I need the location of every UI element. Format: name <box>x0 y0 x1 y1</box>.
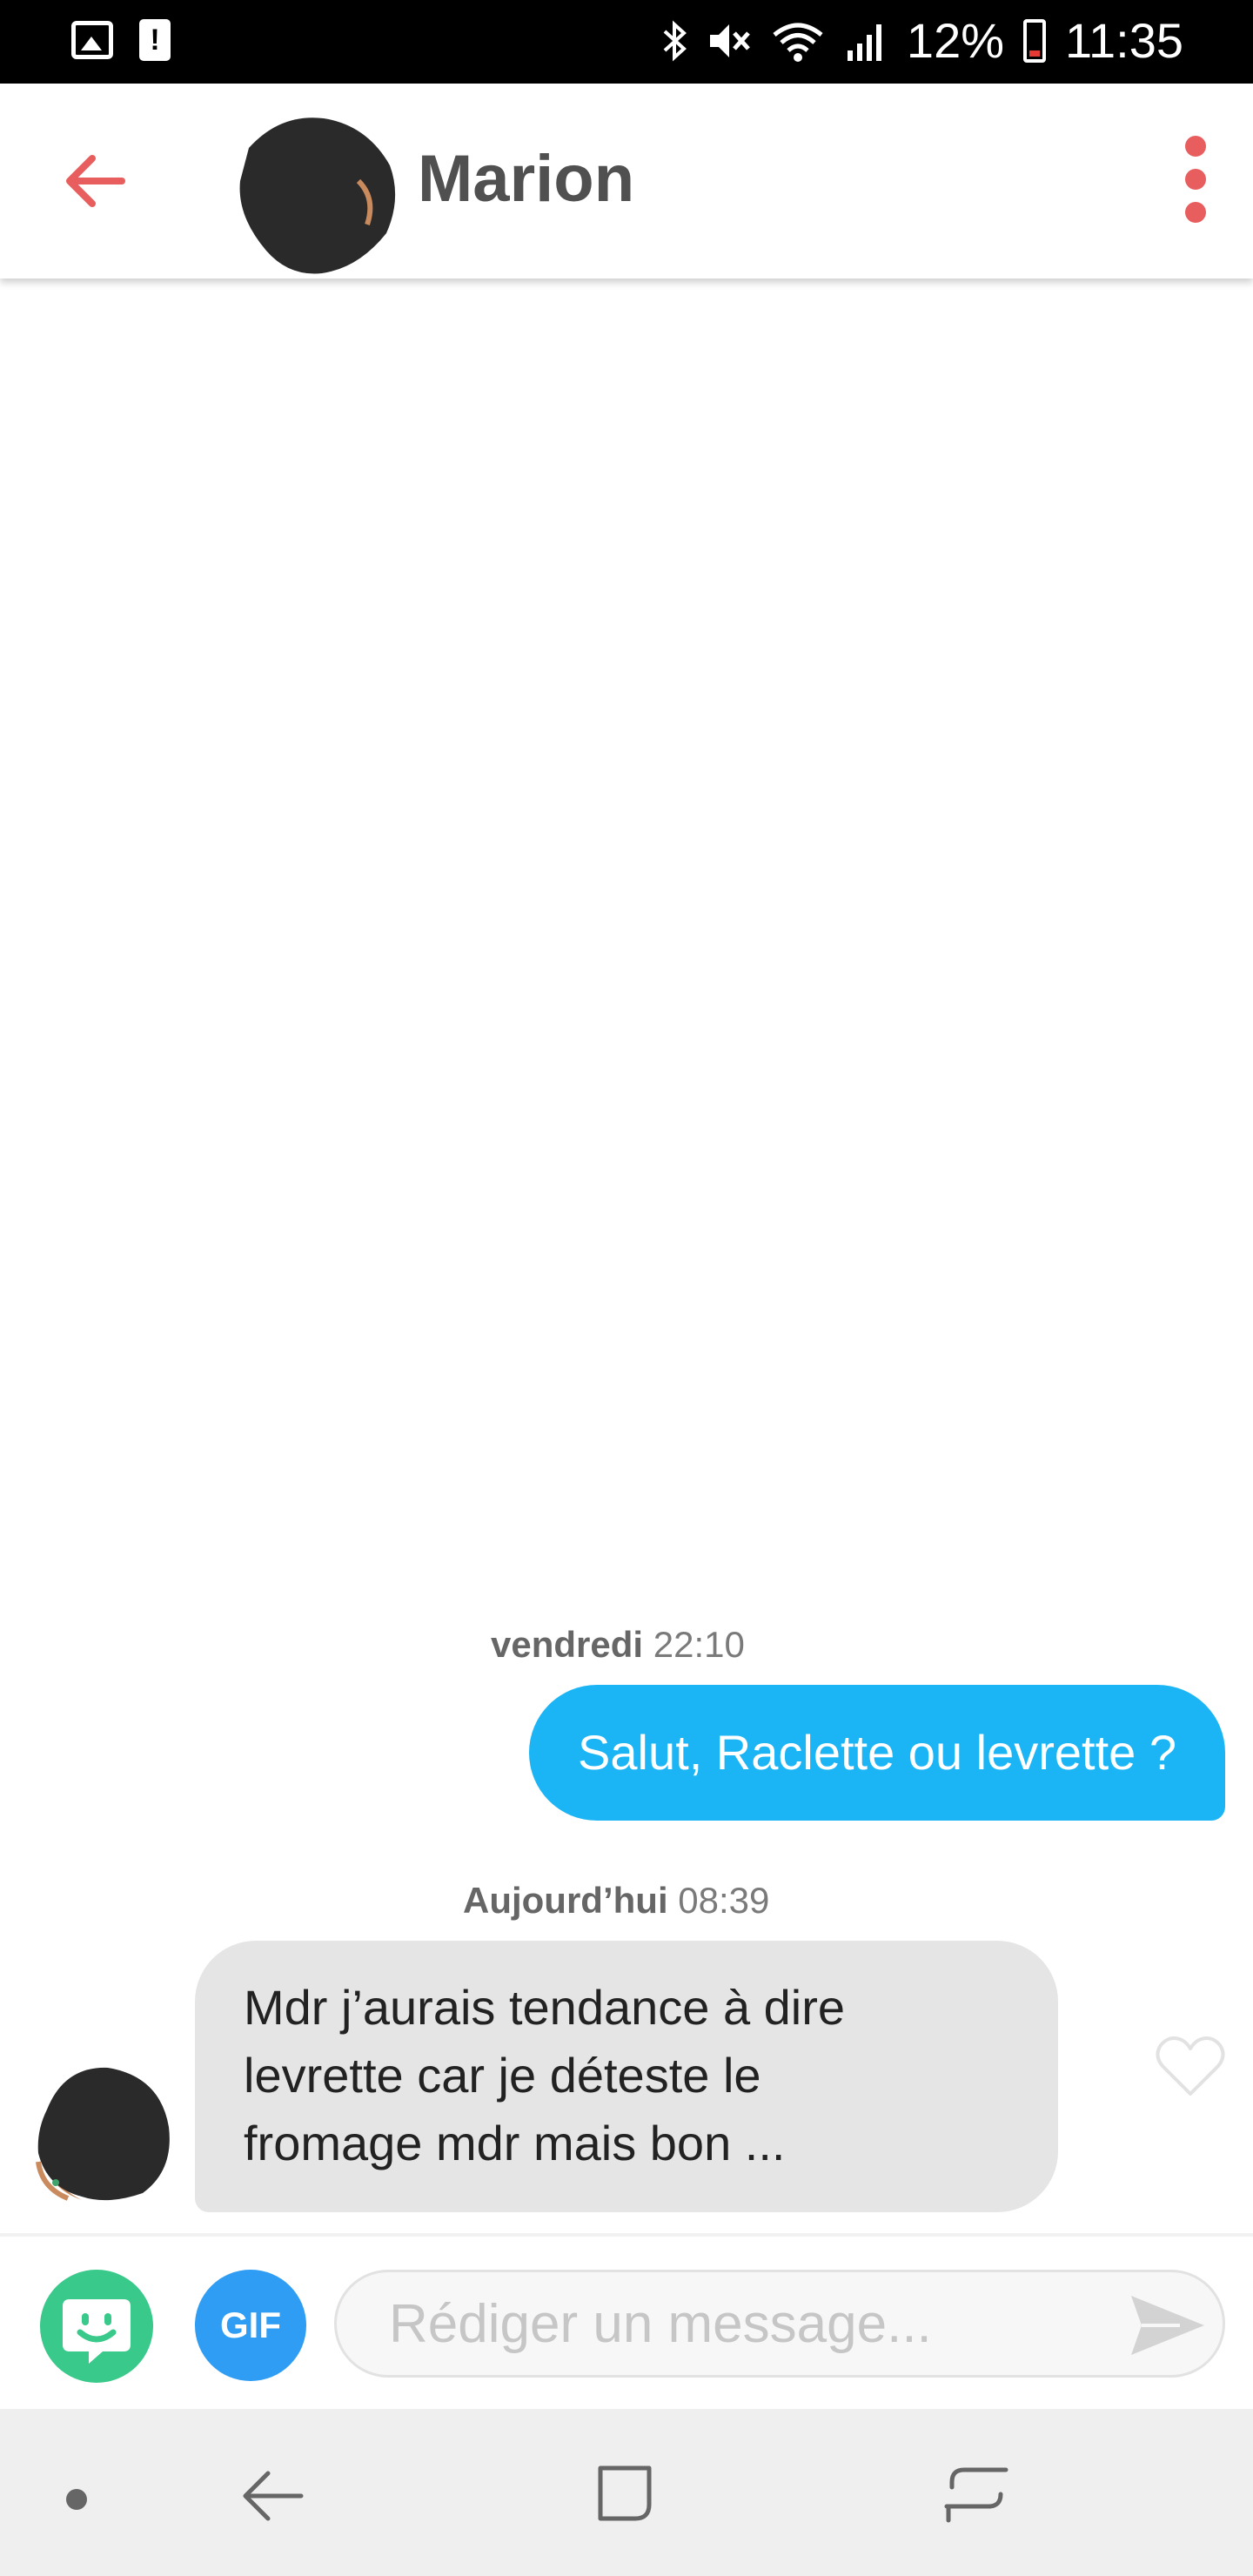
contact-avatar[interactable] <box>228 103 402 277</box>
message-timestamp: vendredi 22:10 <box>491 1624 745 1666</box>
signal-icon <box>847 23 881 61</box>
timestamp-day: Aujourd’hui <box>463 1880 668 1921</box>
message-line: levrette car je déteste le <box>244 2048 761 2103</box>
alert-icon: ! <box>139 19 171 61</box>
nav-dot-icon[interactable] <box>66 2489 87 2510</box>
timestamp-day: vendredi <box>491 1624 644 1665</box>
wifi-icon <box>773 23 823 62</box>
nav-recent-icon[interactable] <box>940 2459 1013 2529</box>
incoming-message-bubble[interactable]: Mdr j’aurais tendance à dire levrette ca… <box>195 1941 1058 2212</box>
battery-icon <box>1023 18 1047 63</box>
more-vert-icon <box>1185 136 1206 157</box>
mute-icon <box>709 23 750 57</box>
sticker-face-icon <box>63 2299 131 2364</box>
gif-button[interactable]: GIF <box>195 2270 306 2381</box>
contact-avatar-small[interactable] <box>30 2057 174 2205</box>
clock: 11:35 <box>1065 13 1183 68</box>
chat-header: Marion <box>0 84 1253 278</box>
composer-divider <box>0 2233 1253 2237</box>
status-bar: ! 12% 11:35 <box>0 0 1253 84</box>
nav-back-icon[interactable] <box>240 2463 306 2529</box>
battery-percent: 12% <box>906 13 1005 68</box>
system-nav-bar <box>0 2409 1253 2576</box>
heart-icon[interactable] <box>1154 2033 1227 2099</box>
more-vert-icon <box>1185 202 1206 223</box>
status-right-icons: 12% 11:35 <box>661 12 1183 69</box>
message-line: Mdr j’aurais tendance à dire <box>244 1980 846 2035</box>
status-left-icons: ! <box>71 19 171 61</box>
more-options-button[interactable] <box>1173 136 1218 223</box>
timestamp-time: 08:39 <box>678 1880 770 1921</box>
timestamp-time: 22:10 <box>653 1624 745 1665</box>
image-icon <box>71 21 113 59</box>
message-line: fromage mdr mais bon ... <box>244 2116 786 2170</box>
back-arrow-icon[interactable] <box>61 146 131 216</box>
outgoing-message-bubble[interactable]: Salut, Raclette ou levrette ? <box>529 1685 1225 1821</box>
more-vert-icon <box>1185 169 1206 190</box>
sticker-button[interactable] <box>40 2270 153 2383</box>
send-icon[interactable] <box>1128 2291 1208 2360</box>
contact-name[interactable]: Marion <box>418 141 634 217</box>
nav-home-icon[interactable] <box>592 2459 658 2527</box>
message-input[interactable] <box>334 2270 1225 2378</box>
message-timestamp: Aujourd’hui 08:39 <box>463 1880 769 1922</box>
bluetooth-icon <box>663 19 687 62</box>
